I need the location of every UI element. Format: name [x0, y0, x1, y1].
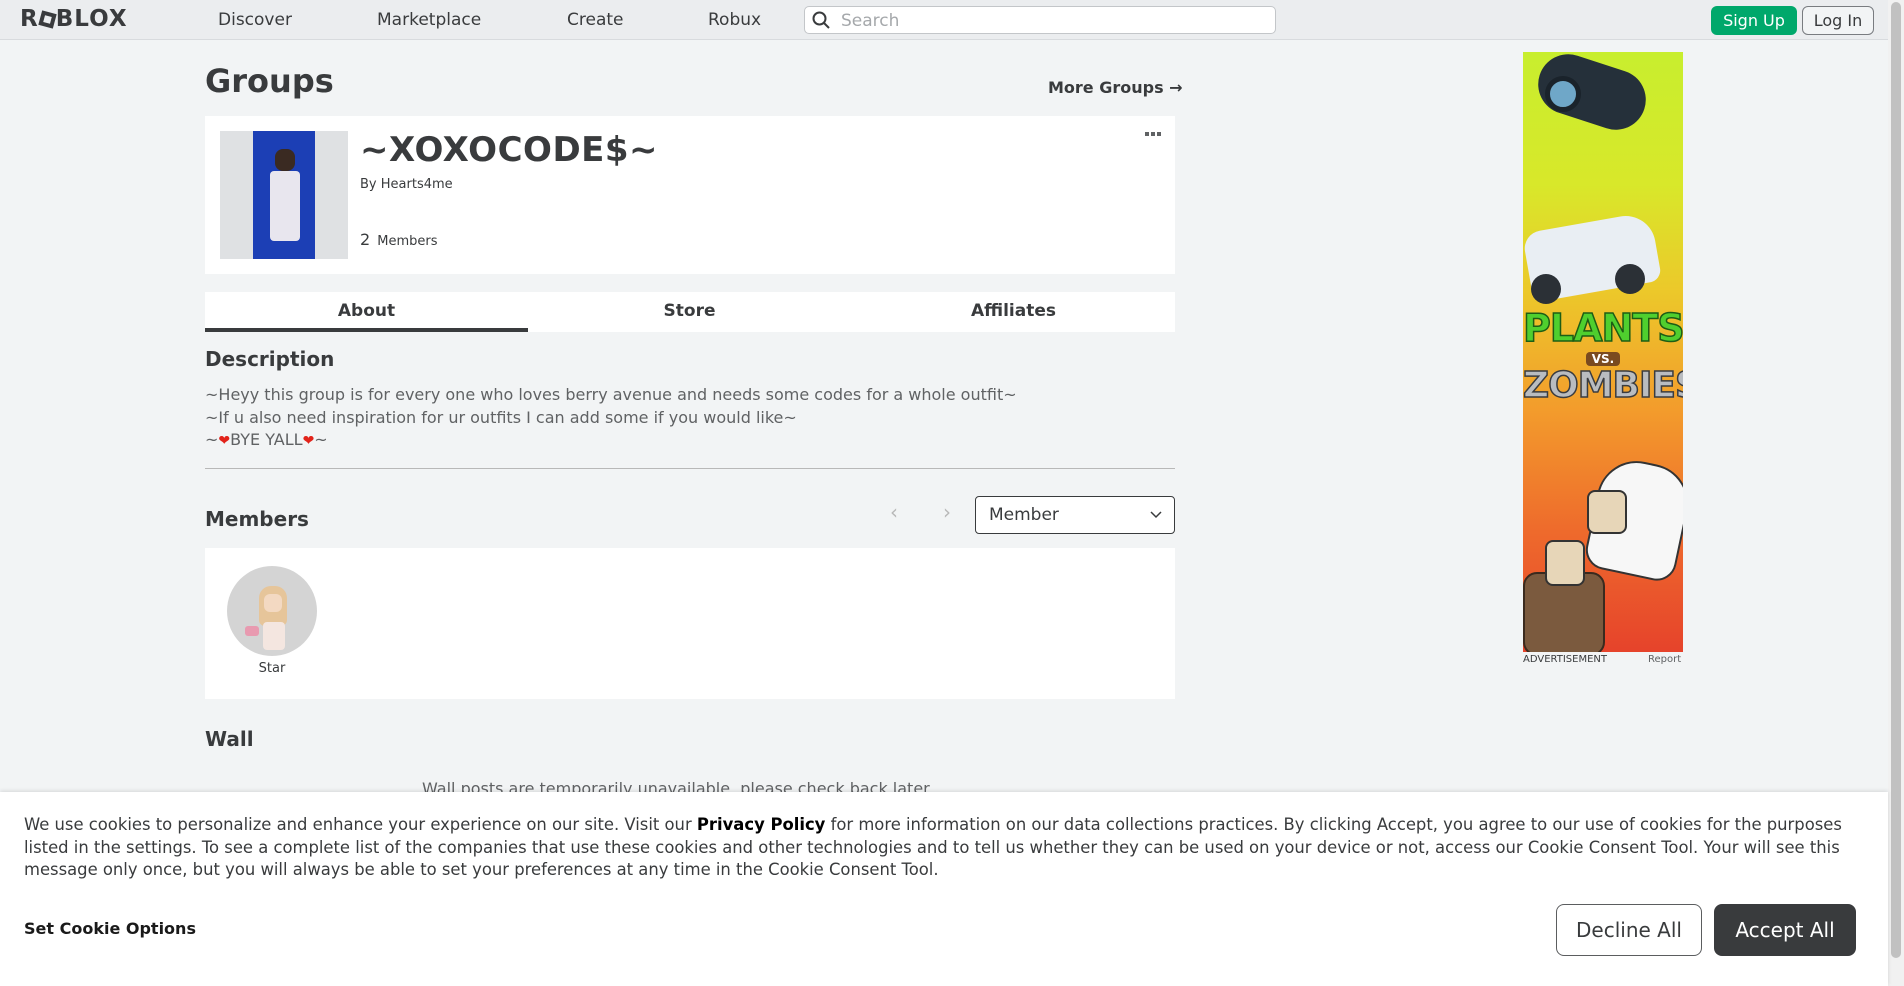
description-line: ~Heyy this group is for every one who lo… — [205, 385, 1017, 404]
members-title: Members — [205, 507, 309, 531]
group-description: ~Heyy this group is for every one who lo… — [205, 384, 1017, 453]
set-cookie-options-link[interactable]: Set Cookie Options — [24, 919, 196, 938]
search-input[interactable] — [839, 10, 1263, 32]
nav-create[interactable]: Create — [567, 10, 624, 30]
top-navigation-bar: R BLOX Discover Marketplace Create Robux … — [0, 0, 1888, 40]
previous-page-icon[interactable]: ‹ — [890, 500, 898, 524]
member-count-label: Members — [377, 234, 438, 249]
ad-game-logo: PLANTS VS. ZOMBIES — [1523, 306, 1683, 406]
sign-up-button[interactable]: Sign Up — [1711, 6, 1797, 35]
decline-all-button[interactable]: Decline All — [1556, 904, 1702, 956]
advertisement-banner[interactable]: PLANTS VS. ZOMBIES — [1523, 52, 1683, 652]
more-options-icon[interactable] — [1145, 132, 1161, 136]
heart-icon: ❤ — [218, 433, 231, 449]
nav-marketplace[interactable]: Marketplace — [377, 10, 481, 30]
role-selected-value: Member — [989, 505, 1059, 525]
group-tabs: About Store Affiliates — [205, 292, 1175, 332]
group-owner-link[interactable]: Hearts4me — [381, 177, 453, 192]
group-name: ~XOXOCODE$~ — [360, 130, 659, 170]
report-ad-link[interactable]: Report — [1648, 654, 1681, 665]
description-title: Description — [205, 347, 335, 371]
role-dropdown[interactable]: Member — [975, 496, 1175, 534]
chevron-down-icon — [1150, 511, 1162, 519]
log-in-button[interactable]: Log In — [1802, 6, 1874, 35]
more-groups-link[interactable]: More Groups → — [1048, 78, 1183, 97]
group-thumbnail — [220, 131, 348, 259]
description-line: ~If u also need inspiration for ur outfi… — [205, 407, 797, 427]
by-label: By — [360, 177, 377, 192]
description-line: ~❤BYE YALL❤~ — [205, 430, 328, 449]
group-owner-line: By Hearts4me — [360, 177, 453, 192]
tab-affiliates[interactable]: Affiliates — [852, 292, 1175, 332]
members-list: Star — [205, 548, 1175, 699]
search-icon[interactable] — [812, 11, 830, 29]
roblox-logo[interactable]: R BLOX — [20, 6, 128, 32]
group-member-count: 2 Members — [360, 230, 438, 249]
nav-robux[interactable]: Robux — [708, 10, 761, 30]
advertisement-label: ADVERTISEMENT — [1523, 654, 1608, 665]
tab-store[interactable]: Store — [528, 292, 851, 332]
page-title: Groups — [205, 62, 334, 100]
section-divider — [205, 468, 1175, 469]
nav-discover[interactable]: Discover — [218, 10, 292, 30]
accept-all-button[interactable]: Accept All — [1714, 904, 1856, 956]
member-count-value: 2 — [360, 230, 371, 249]
member-name[interactable]: Star — [227, 661, 317, 676]
search-box — [804, 6, 1276, 34]
wall-title: Wall — [205, 727, 254, 751]
cookie-consent-banner: We use cookies to personalize and enhanc… — [0, 792, 1888, 986]
vertical-scrollbar[interactable] — [1888, 0, 1904, 986]
group-header-card: ~XOXOCODE$~ By Hearts4me 2 Members — [205, 116, 1175, 274]
next-page-icon[interactable]: › — [943, 500, 951, 524]
privacy-policy-link[interactable]: Privacy Policy — [697, 815, 825, 834]
heart-icon: ❤ — [302, 433, 315, 449]
tab-about[interactable]: About — [205, 292, 528, 332]
cookie-message: We use cookies to personalize and enhanc… — [24, 815, 1842, 879]
avatar[interactable] — [227, 566, 317, 656]
